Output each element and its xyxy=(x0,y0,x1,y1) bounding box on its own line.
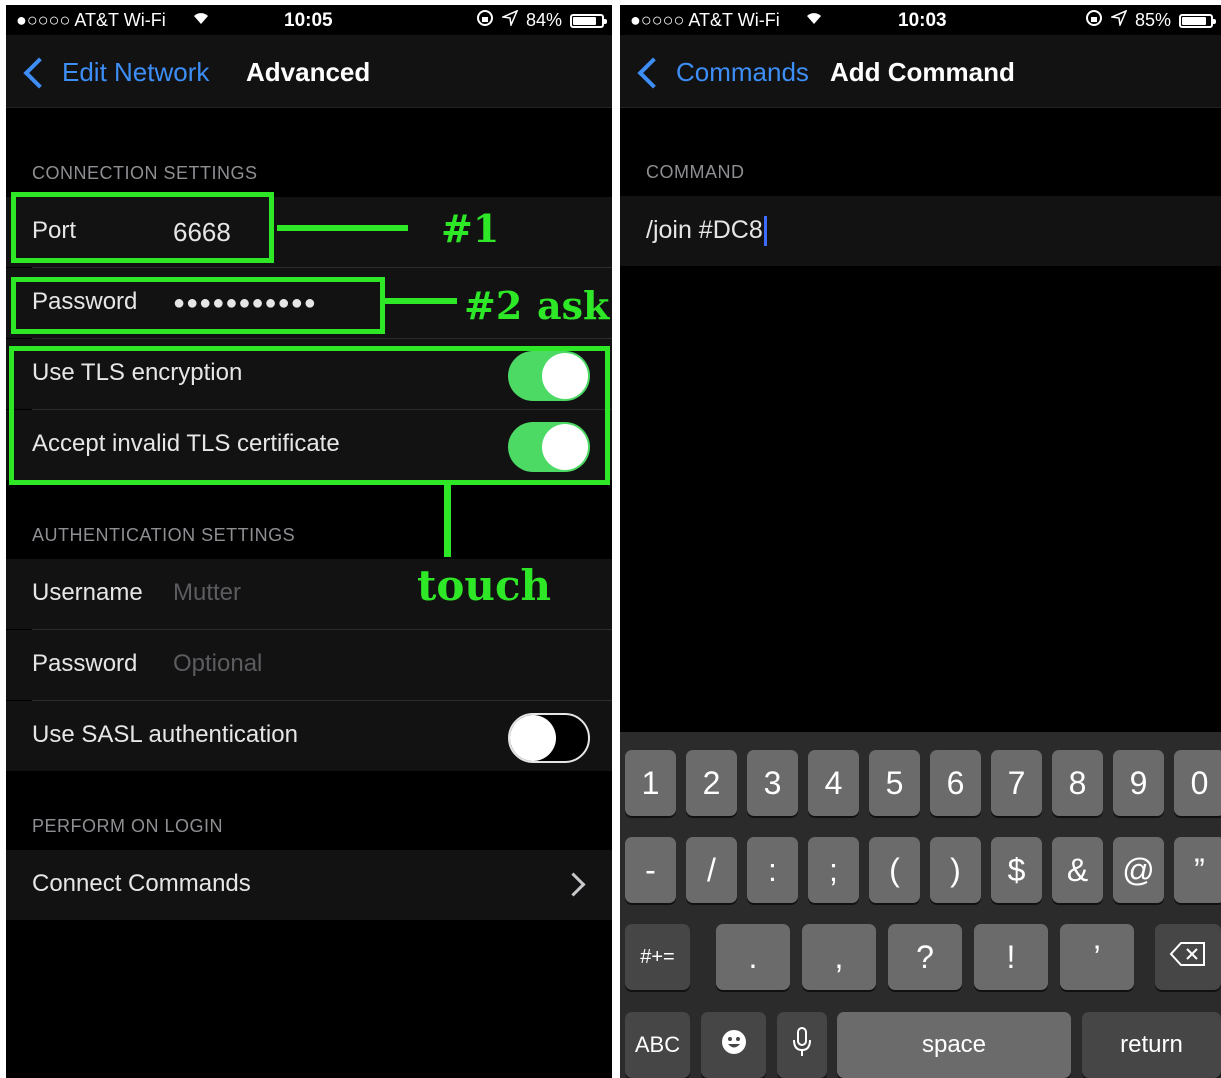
annotation-label-2: #2 xyxy=(464,283,523,328)
emoji-icon xyxy=(720,1028,748,1062)
battery-icon xyxy=(570,13,607,28)
status-time: 10:03 xyxy=(898,10,947,31)
auth-password-field[interactable]: Optional xyxy=(173,650,262,678)
annotation-box-port xyxy=(11,192,274,263)
key-symbol-7[interactable]: & xyxy=(1052,837,1103,903)
carrier-label: ●○○○○ AT&T Wi-Fi xyxy=(630,10,780,30)
status-bar: ●○○○○ AT&T Wi-Fi 10:05 84% xyxy=(6,5,612,35)
back-button[interactable]: Edit Network xyxy=(20,56,210,89)
chevron-left-icon xyxy=(23,56,55,89)
key-punctuation-1[interactable]: , xyxy=(802,924,876,990)
status-bar: ●○○○○ AT&T Wi-Fi 10:03 85% xyxy=(620,5,1221,35)
add-command-screen: ●○○○○ AT&T Wi-Fi 10:03 85% Commands Add … xyxy=(620,5,1221,1078)
section-header-authentication: AUTHENTICATION SETTINGS xyxy=(32,525,296,545)
microphone-icon xyxy=(791,1026,813,1064)
annotation-line-tls xyxy=(444,485,451,557)
key-symbol-1[interactable]: / xyxy=(686,837,737,903)
section-header-login: PERFORM ON LOGIN xyxy=(32,816,224,836)
sasl-row: Use SASL authentication xyxy=(6,701,612,771)
battery-percent: 85% xyxy=(1134,10,1171,30)
key-number-4[interactable]: 5 xyxy=(869,750,920,816)
key-dictation[interactable] xyxy=(777,1012,827,1078)
key-number-0[interactable]: 1 xyxy=(625,750,676,816)
backspace-icon xyxy=(1169,941,1207,973)
section-header-command: COMMAND xyxy=(646,162,745,182)
username-field[interactable]: Mutter xyxy=(173,579,241,607)
advanced-settings-screen: ●○○○○ AT&T Wi-Fi 10:05 84% Edit Network … xyxy=(6,5,612,1078)
toggle-knob xyxy=(510,715,556,761)
key-punctuation-4[interactable]: ’ xyxy=(1060,924,1134,990)
key-symbol-8[interactable]: @ xyxy=(1113,837,1164,903)
page-title: Add Command xyxy=(830,57,1015,87)
command-row[interactable]: /join #DC8 xyxy=(620,196,1221,266)
key-symbol-3[interactable]: ; xyxy=(808,837,859,903)
chevron-left-icon xyxy=(637,56,669,89)
key-number-3[interactable]: 4 xyxy=(808,750,859,816)
key-abc[interactable]: ABC xyxy=(625,1012,690,1078)
rotation-lock-icon xyxy=(1085,9,1103,32)
key-number-1[interactable]: 2 xyxy=(686,750,737,816)
back-label: Edit Network xyxy=(62,57,210,87)
command-input[interactable]: /join #DC8 xyxy=(646,216,767,247)
back-label: Commands xyxy=(676,57,809,87)
auth-password-row[interactable]: Password Optional xyxy=(6,630,612,700)
annotation-line-port xyxy=(277,225,408,231)
rotation-lock-icon xyxy=(476,9,494,32)
chevron-right-icon xyxy=(561,872,586,897)
sasl-toggle[interactable] xyxy=(508,713,590,763)
annotation-line-password xyxy=(385,298,457,304)
back-button[interactable]: Commands xyxy=(634,56,809,89)
annotation-box-tls xyxy=(9,346,610,485)
section-header-connection: CONNECTION SETTINGS xyxy=(32,163,258,183)
wifi-icon xyxy=(191,8,211,31)
status-time: 10:05 xyxy=(284,10,333,31)
key-return[interactable]: return xyxy=(1082,1012,1221,1078)
battery-fill xyxy=(573,16,597,25)
navigation-bar: Commands Add Command xyxy=(620,35,1221,108)
key-symbol-0[interactable]: - xyxy=(625,837,676,903)
key-symbol-9[interactable]: ” xyxy=(1174,837,1221,903)
key-punctuation-2[interactable]: ? xyxy=(888,924,962,990)
key-number-8[interactable]: 9 xyxy=(1113,750,1164,816)
location-icon xyxy=(500,9,519,31)
key-symbol-4[interactable]: ( xyxy=(869,837,920,903)
key-number-9[interactable]: 0 xyxy=(1174,750,1221,816)
battery-icon xyxy=(1179,13,1216,28)
key-number-6[interactable]: 7 xyxy=(991,750,1042,816)
annotation-box-password xyxy=(11,277,385,334)
carrier-label: ●○○○○ AT&T Wi-Fi xyxy=(16,10,166,30)
battery-fill xyxy=(1182,16,1206,25)
key-delete[interactable] xyxy=(1155,924,1221,990)
navigation-bar: Edit Network Advanced xyxy=(6,35,612,108)
key-number-5[interactable]: 6 xyxy=(930,750,981,816)
key-more-symbols[interactable]: #+= xyxy=(625,924,690,990)
connect-commands-label: Connect Commands xyxy=(32,870,251,897)
keyboard: 1234567890 - /:;() $ & @” #+= .,?!’ ABC spac… xyxy=(620,732,1221,1078)
text-cursor xyxy=(763,216,767,247)
username-label: Username xyxy=(32,579,143,606)
key-punctuation-0[interactable]: . xyxy=(716,924,790,990)
key-emoji[interactable] xyxy=(701,1012,766,1078)
key-punctuation-3[interactable]: ! xyxy=(974,924,1048,990)
key-number-2[interactable]: 3 xyxy=(747,750,798,816)
battery-percent: 84% xyxy=(525,10,562,30)
key-symbol-5[interactable]: ) xyxy=(930,837,981,903)
annotation-label-ask: ask xyxy=(537,283,610,328)
annotation-label-1: #1 xyxy=(441,206,500,251)
page-title: Advanced xyxy=(246,57,371,87)
key-symbol-2[interactable]: : xyxy=(747,837,798,903)
key-symbol-6[interactable]: $ xyxy=(991,837,1042,903)
key-space[interactable]: space xyxy=(837,1012,1071,1078)
connect-commands-row[interactable]: Connect Commands xyxy=(6,850,612,920)
annotation-label-touch: touch xyxy=(417,561,552,610)
command-text: /join #DC8 xyxy=(646,216,763,244)
location-icon xyxy=(1109,9,1128,31)
sasl-label: Use SASL authentication xyxy=(32,721,298,748)
key-number-7[interactable]: 8 xyxy=(1052,750,1103,816)
wifi-icon xyxy=(804,8,824,31)
auth-password-label: Password xyxy=(32,650,138,677)
